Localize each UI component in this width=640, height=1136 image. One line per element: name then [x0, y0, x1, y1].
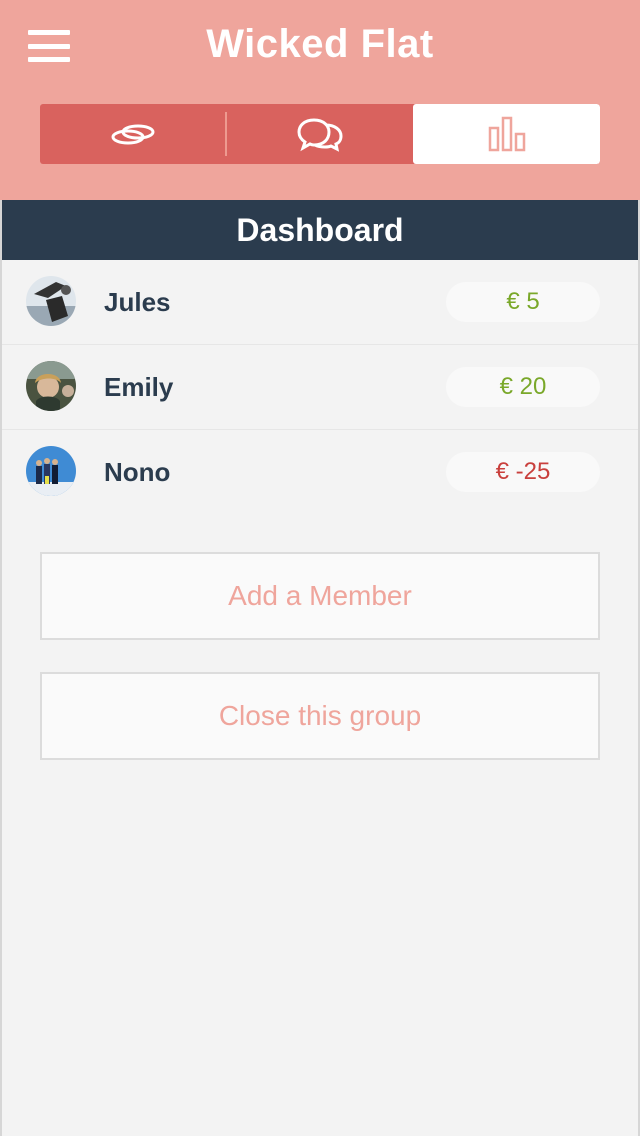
member-row[interactable]: Jules € 5	[2, 260, 638, 345]
member-row[interactable]: Emily € 20	[2, 345, 638, 430]
app-header: Wicked Flat	[0, 0, 640, 200]
view-segmented-control	[40, 104, 600, 164]
avatar	[26, 276, 76, 326]
tab-messages[interactable]	[227, 104, 414, 164]
group-title: Wicked Flat	[206, 22, 434, 66]
chat-bubbles-icon	[297, 118, 343, 152]
avatar	[26, 361, 76, 411]
tab-expenses[interactable]	[40, 104, 227, 164]
balance-badge: € 20	[446, 367, 600, 407]
section-title: Dashboard	[2, 200, 638, 260]
member-name: Jules	[104, 287, 171, 317]
member-name: Emily	[104, 372, 174, 402]
rings-icon	[111, 124, 155, 145]
close-group-button[interactable]: Close this group	[40, 672, 600, 760]
balance-badge: € -25	[446, 452, 600, 492]
balance-badge: € 5	[446, 282, 600, 322]
member-row[interactable]: Nono € -25	[2, 430, 638, 514]
member-name: Nono	[104, 457, 171, 487]
avatar	[26, 446, 76, 496]
members-list: Jules € 5 Emily € 20 Nono € -25	[2, 260, 638, 514]
bar-chart-icon	[488, 116, 525, 152]
add-member-button[interactable]: Add a Member	[40, 552, 600, 640]
tab-dashboard[interactable]	[413, 104, 600, 164]
